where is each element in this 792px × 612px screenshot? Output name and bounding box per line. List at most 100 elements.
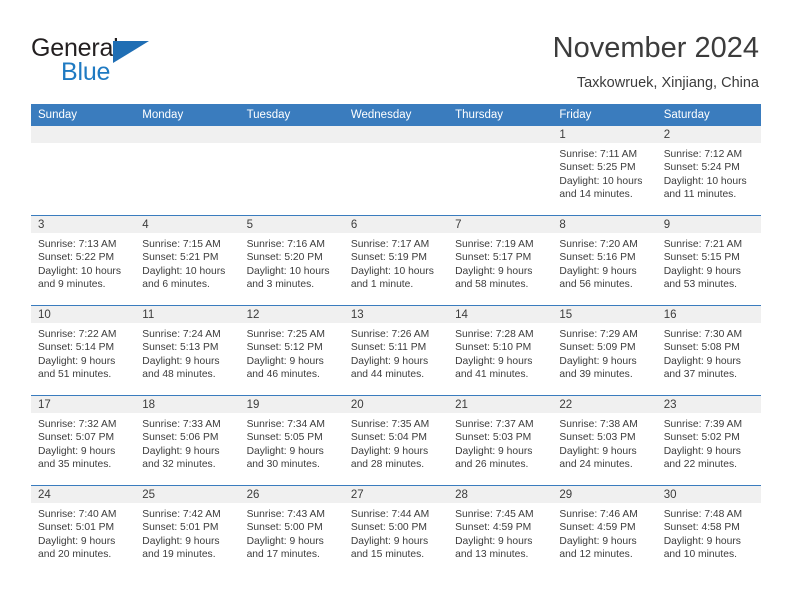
calendar-day-cell[interactable]: 15 Sunrise: 7:29 AM Sunset: 5:09 PM Dayligh… [552, 305, 657, 396]
calendar-week-row: 1 Sunrise: 7:11 AM Sunset: 5:25 PM Daylight… [31, 126, 761, 216]
calendar-day-cell[interactable]: 1 Sunrise: 7:11 AM Sunset: 5:25 PM Daylight… [552, 126, 657, 216]
calendar-day-cell[interactable]: 23 Sunrise: 7:39 AM Sunset: 5:02 PM Dayligh… [656, 395, 761, 486]
calendar-day-cell[interactable]: 16 Sunrise: 7:30 AM Sunset: 5:08 PM Dayligh… [656, 305, 761, 396]
day-details: Sunrise: 7:48 AM Sunset: 4:58 PM Daylight:… [657, 503, 761, 562]
daylight-text-line2: and 51 minutes. [38, 369, 112, 381]
sunrise-text: Sunrise: 7:48 AM [663, 509, 743, 520]
calendar-day-cell[interactable]: 20 Sunrise: 7:35 AM Sunset: 5:04 PM Dayligh… [343, 395, 449, 486]
calendar-day-cell[interactable]: 7 Sunrise: 7:19 AM Sunset: 5:17 PM Daylight… [448, 215, 553, 306]
calendar-cell-inner: 13 Sunrise: 7:26 AM Sunset: 5:11 PM Dayligh… [343, 306, 449, 395]
calendar-day-cell[interactable]: 2 Sunrise: 7:12 AM Sunset: 5:24 PM Daylight… [656, 126, 761, 216]
calendar-cell-inner: 6 Sunrise: 7:17 AM Sunset: 5:19 PM Daylight… [343, 216, 449, 305]
day-details: Sunrise: 7:39 AM Sunset: 5:02 PM Daylight:… [657, 413, 761, 472]
calendar-day-cell[interactable]: 18 Sunrise: 7:33 AM Sunset: 5:06 PM Dayligh… [135, 395, 240, 486]
calendar-cell-inner: 18 Sunrise: 7:33 AM Sunset: 5:06 PM Dayligh… [135, 396, 240, 485]
daylight-text-line1: Daylight: 9 hours [38, 535, 116, 547]
day-number: 30 [656, 486, 761, 503]
day-details [135, 143, 239, 148]
calendar-day-cell[interactable]: 29 Sunrise: 7:46 AM Sunset: 4:59 PM Dayligh… [552, 485, 657, 575]
sunset-text: Sunset: 5:13 PM [142, 342, 219, 354]
daylight-text-line1: Daylight: 9 hours [455, 535, 533, 547]
day-details: Sunrise: 7:20 AM Sunset: 5:16 PM Daylight:… [552, 233, 656, 292]
calendar-day-cell[interactable]: 21 Sunrise: 7:37 AM Sunset: 5:03 PM Dayligh… [448, 395, 553, 486]
page-header: General Blue November 2024 Taxkowruek, X… [0, 0, 792, 104]
sunset-text: Sunset: 5:07 PM [38, 432, 115, 444]
calendar-week-row: 24 Sunrise: 7:40 AM Sunset: 5:01 PM Dayligh… [31, 485, 761, 575]
daylight-text-line2: and 9 minutes. [38, 279, 106, 291]
weekday-header-friday: Friday [552, 104, 657, 126]
sunset-text: Sunset: 5:01 PM [38, 522, 115, 534]
day-details: Sunrise: 7:30 AM Sunset: 5:08 PM Daylight:… [657, 323, 761, 382]
day-details: Sunrise: 7:13 AM Sunset: 5:22 PM Daylight:… [31, 233, 135, 292]
calendar-day-cell[interactable]: 11 Sunrise: 7:24 AM Sunset: 5:13 PM Dayligh… [135, 305, 240, 396]
calendar-day-cell[interactable]: 10 Sunrise: 7:22 AM Sunset: 5:14 PM Dayligh… [31, 305, 136, 396]
day-number: 9 [656, 216, 761, 233]
day-number [239, 126, 344, 143]
daylight-text-line1: Daylight: 10 hours [142, 265, 226, 277]
calendar-day-cell[interactable]: 26 Sunrise: 7:43 AM Sunset: 5:00 PM Dayligh… [239, 485, 344, 575]
calendar-day-cell[interactable]: 5 Sunrise: 7:16 AM Sunset: 5:20 PM Daylight… [239, 215, 344, 306]
sunset-text: Sunset: 5:04 PM [350, 432, 427, 444]
calendar-day-cell[interactable]: 24 Sunrise: 7:40 AM Sunset: 5:01 PM Dayligh… [31, 485, 136, 575]
day-number: 14 [448, 306, 553, 323]
title-block: November 2024 Taxkowruek, Xinjiang, Chin… [553, 30, 759, 94]
calendar-day-cell[interactable]: 12 Sunrise: 7:25 AM Sunset: 5:12 PM Dayligh… [239, 305, 344, 396]
day-details: Sunrise: 7:35 AM Sunset: 5:04 PM Daylight:… [344, 413, 448, 472]
calendar-day-cell[interactable]: 25 Sunrise: 7:42 AM Sunset: 5:01 PM Dayligh… [135, 485, 240, 575]
day-number: 5 [239, 216, 344, 233]
calendar-day-cell[interactable]: 8 Sunrise: 7:20 AM Sunset: 5:16 PM Daylight… [552, 215, 657, 306]
day-number: 20 [343, 396, 449, 413]
location-subtitle: Taxkowruek, Xinjiang, China [576, 75, 759, 91]
daylight-text-line2: and 37 minutes. [663, 369, 737, 381]
daylight-text-line2: and 1 minute. [350, 279, 414, 291]
calendar-day-cell[interactable]: 6 Sunrise: 7:17 AM Sunset: 5:19 PM Daylight… [343, 215, 449, 306]
day-details: Sunrise: 7:11 AM Sunset: 5:25 PM Daylight:… [552, 143, 656, 202]
calendar-day-cell[interactable]: 28 Sunrise: 7:45 AM Sunset: 4:59 PM Dayligh… [448, 485, 553, 575]
calendar-cell-inner [343, 126, 449, 215]
daylight-text-line2: and 3 minutes. [246, 279, 315, 291]
calendar-day-cell[interactable]: 14 Sunrise: 7:28 AM Sunset: 5:10 PM Dayligh… [448, 305, 553, 396]
calendar-day-cell[interactable]: 13 Sunrise: 7:26 AM Sunset: 5:11 PM Dayligh… [343, 305, 449, 396]
day-details: Sunrise: 7:17 AM Sunset: 5:19 PM Daylight:… [344, 233, 448, 292]
calendar-day-cell[interactable]: 30 Sunrise: 7:48 AM Sunset: 4:58 PM Dayligh… [656, 485, 761, 575]
day-details: Sunrise: 7:44 AM Sunset: 5:00 PM Daylight:… [344, 503, 448, 562]
weekday-header-saturday: Saturday [656, 104, 761, 126]
day-details: Sunrise: 7:22 AM Sunset: 5:14 PM Daylight:… [31, 323, 135, 382]
day-number [135, 126, 240, 143]
calendar-day-cell[interactable]: 4 Sunrise: 7:15 AM Sunset: 5:21 PM Daylight… [135, 215, 240, 306]
calendar-cell-inner: 28 Sunrise: 7:45 AM Sunset: 4:59 PM Dayligh… [448, 486, 553, 575]
calendar-cell-inner: 22 Sunrise: 7:38 AM Sunset: 5:03 PM Dayligh… [552, 396, 657, 485]
sunrise-text: Sunrise: 7:17 AM [350, 239, 430, 250]
calendar-day-cell[interactable]: 22 Sunrise: 7:38 AM Sunset: 5:03 PM Dayligh… [552, 395, 657, 486]
sunset-text: Sunset: 5:21 PM [142, 252, 219, 264]
daylight-text-line1: Daylight: 10 hours [246, 265, 330, 277]
calendar-day-cell[interactable]: 3 Sunrise: 7:13 AM Sunset: 5:22 PM Daylight… [31, 215, 136, 306]
calendar-header-row: Sunday Monday Tuesday Wednesday Thursday… [31, 104, 761, 126]
calendar-day-cell[interactable]: 17 Sunrise: 7:32 AM Sunset: 5:07 PM Dayligh… [31, 395, 136, 486]
sunrise-text: Sunrise: 7:45 AM [455, 509, 534, 520]
page-title: November 2024 [552, 32, 759, 64]
daylight-text-line1: Daylight: 9 hours [663, 445, 741, 457]
day-details: Sunrise: 7:43 AM Sunset: 5:00 PM Daylight:… [240, 503, 344, 562]
daylight-text-line2: and 48 minutes. [142, 369, 216, 381]
daylight-text-line2: and 19 minutes. [142, 549, 216, 561]
daylight-text-line2: and 10 minutes. [663, 549, 737, 561]
daylight-text-line1: Daylight: 9 hours [455, 445, 533, 457]
calendar-day-cell[interactable]: 9 Sunrise: 7:21 AM Sunset: 5:15 PM Daylight… [656, 215, 761, 306]
sunset-text: Sunset: 5:20 PM [246, 252, 323, 264]
daylight-text-line2: and 24 minutes. [559, 459, 633, 471]
day-number [31, 126, 136, 143]
daylight-text-line2: and 35 minutes. [38, 459, 112, 471]
daylight-text-line1: Daylight: 9 hours [559, 535, 637, 547]
calendar-day-cell[interactable]: 19 Sunrise: 7:34 AM Sunset: 5:05 PM Dayligh… [239, 395, 344, 486]
daylight-text-line1: Daylight: 9 hours [142, 535, 220, 547]
sunrise-text: Sunrise: 7:26 AM [350, 329, 430, 340]
calendar-day-cell[interactable]: 27 Sunrise: 7:44 AM Sunset: 5:00 PM Dayligh… [343, 485, 449, 575]
weekday-header-tuesday: Tuesday [239, 104, 344, 126]
sunrise-text: Sunrise: 7:29 AM [559, 329, 638, 340]
general-blue-logo[interactable]: General Blue [31, 34, 171, 90]
sunrise-text: Sunrise: 7:15 AM [142, 239, 221, 250]
sunset-text: Sunset: 5:08 PM [663, 342, 740, 354]
daylight-text-line1: Daylight: 9 hours [559, 445, 637, 457]
day-number: 25 [135, 486, 240, 503]
